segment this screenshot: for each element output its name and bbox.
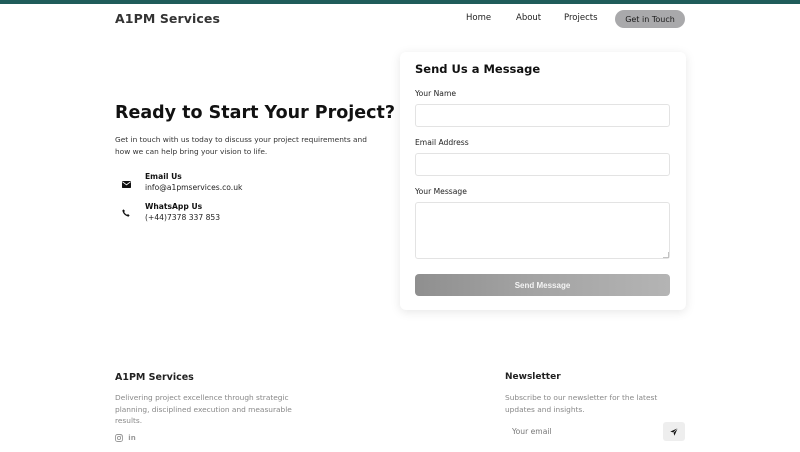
email-link[interactable]: info@a1pmservices.co.uk [145,183,242,192]
send-message-button[interactable]: Send Message [415,274,670,296]
newsletter-email-input[interactable] [505,422,663,441]
newsletter-title: Newsletter [505,372,561,382]
send-icon [670,427,678,436]
site-logo[interactable]: A1PM Services [115,11,220,26]
name-input[interactable] [415,104,670,127]
footer-brand: A1PM Services [115,372,194,383]
get-in-touch-button[interactable]: Get in Touch [615,10,685,28]
top-accent-bar [0,0,800,4]
email-us-title: Email Us [145,172,182,181]
newsletter-submit-button[interactable] [663,422,685,441]
whatsapp-us-title: WhatsApp Us [145,202,203,211]
nav-projects-link[interactable]: Projects [564,13,598,23]
whatsapp-link[interactable]: (+44)7378 337 853 [145,213,220,222]
message-label: Your Message [415,187,467,196]
resize-handle-icon[interactable] [663,252,669,258]
email-label: Email Address [415,138,469,147]
message-textarea[interactable] [415,202,670,259]
nav-home-link[interactable]: Home [466,13,491,23]
email-input[interactable] [415,153,670,176]
envelope-icon [119,177,133,191]
instagram-icon[interactable] [114,433,124,443]
footer-description: Delivering project excellence through st… [115,393,292,425]
newsletter-description: Subscribe to our newsletter for the late… [505,393,658,414]
contact-intro: Get in touch with us today to discuss yo… [115,135,367,156]
form-title: Send Us a Message [415,62,541,76]
contact-heading: Ready to Start Your Project? [115,103,396,123]
phone-icon [119,206,133,220]
nav-about-link[interactable]: About [516,13,541,23]
name-label: Your Name [415,89,457,98]
linkedin-icon[interactable]: in [127,433,137,443]
